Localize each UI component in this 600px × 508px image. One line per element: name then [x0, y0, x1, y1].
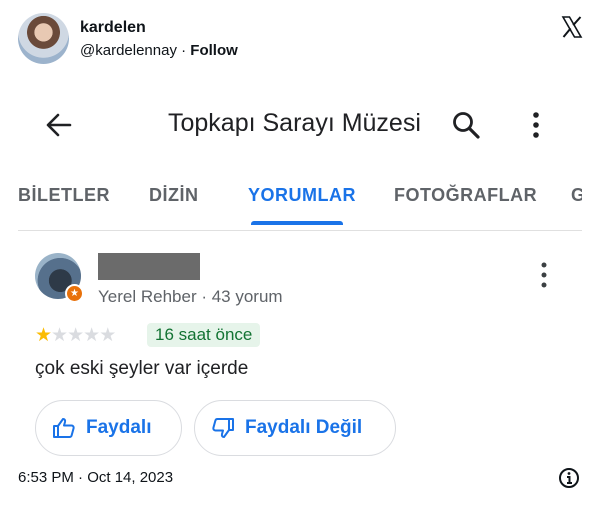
review-more-icon[interactable]: [537, 261, 551, 289]
local-guide-star-icon: ★: [65, 284, 84, 303]
embedded-screenshot: Topkapı Sarayı Müzesi BİLETLER DİZİN YOR…: [18, 93, 582, 456]
star-empty-icon: ★: [51, 325, 69, 346]
author-handle-line: @kardelennay · Follow: [80, 42, 238, 59]
reviewer-meta: Yerel Rehber · 43 yorum: [98, 287, 283, 306]
tabs-divider: [18, 230, 582, 231]
author-avatar[interactable]: [18, 13, 69, 64]
tab-partial[interactable]: G: [571, 185, 582, 206]
info-icon[interactable]: [558, 467, 580, 489]
handle-separator: ·: [176, 42, 191, 59]
author-name[interactable]: kardelen: [80, 19, 146, 37]
star-empty-icon: ★: [83, 325, 101, 346]
thumbs-up-icon: [53, 418, 75, 438]
redacted-reviewer-name: [98, 253, 200, 280]
place-title: Topkapı Sarayı Müzesi: [168, 109, 421, 137]
app-bar: Topkapı Sarayı Müzesi: [18, 93, 582, 159]
tab-reviews[interactable]: YORUMLAR: [248, 185, 356, 206]
helpful-label: Faydalı: [86, 417, 152, 438]
thumbs-down-icon: [212, 418, 234, 438]
tweet-header: kardelen @kardelennay · Follow: [18, 13, 584, 67]
author-handle[interactable]: @kardelennay: [80, 42, 177, 59]
review-time-badge: 16 saat önce: [147, 323, 261, 347]
not-helpful-label: Faydalı Değil: [245, 417, 363, 438]
back-arrow-icon[interactable]: [44, 110, 74, 140]
tab-bar: BİLETLER DİZİN YORUMLAR FOTOĞRAFLAR G: [18, 179, 582, 225]
follow-button[interactable]: Follow: [190, 42, 238, 59]
star-empty-icon: ★: [99, 325, 117, 346]
helpful-button[interactable]: Faydalı: [35, 400, 182, 456]
star-empty-icon: ★: [67, 325, 85, 346]
active-tab-indicator: [251, 221, 343, 225]
tab-directory[interactable]: DİZİN: [149, 185, 199, 206]
x-logo-icon[interactable]: [560, 15, 584, 39]
search-icon[interactable]: [451, 110, 481, 140]
review-card: ★ Yerel Rehber · 43 yorum ★★★★★ 16 saat …: [18, 243, 582, 456]
tweet-timestamp[interactable]: 6:53 PM · Oct 14, 2023: [18, 469, 173, 486]
star-rating: ★★★★★: [35, 325, 117, 346]
more-options-icon[interactable]: [526, 110, 546, 140]
star-filled-icon: ★: [35, 325, 53, 346]
tab-tickets[interactable]: BİLETLER: [18, 185, 110, 206]
not-helpful-button[interactable]: Faydalı Değil: [194, 400, 396, 456]
tab-photos[interactable]: FOTOĞRAFLAR: [394, 185, 537, 206]
review-text: çok eski şeyler var içerde: [35, 358, 249, 379]
